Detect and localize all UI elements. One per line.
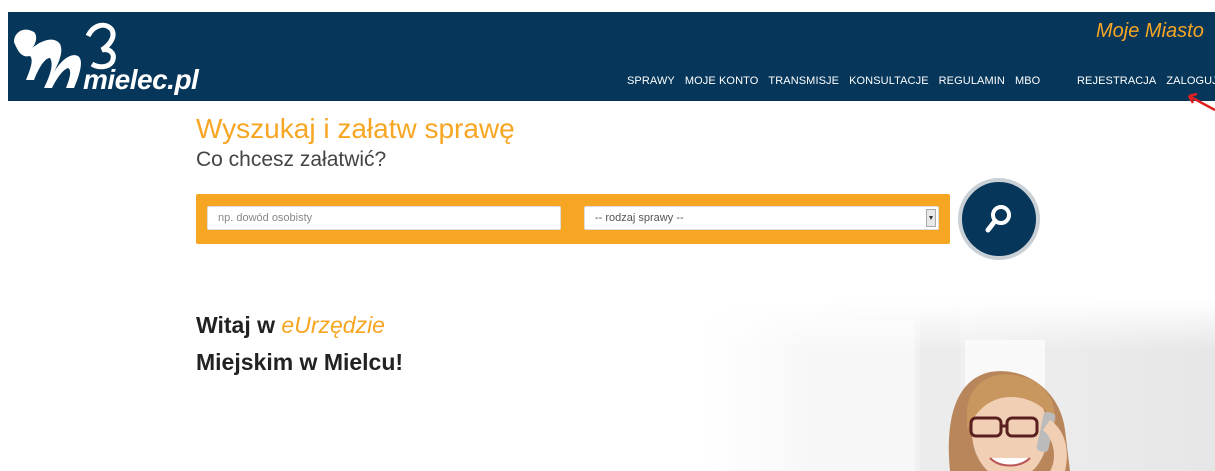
hero-image: [705, 300, 1215, 471]
nav-item-mbo[interactable]: MBO: [1010, 75, 1045, 87]
nav-item-transmisje[interactable]: TRANSMISJE: [763, 75, 844, 87]
search-icon: [985, 205, 1011, 233]
city-title[interactable]: Moje Miasto: [1096, 20, 1204, 43]
nav-item-moje-konto[interactable]: MOJE KONTO: [680, 75, 764, 87]
search-title: Wyszukaj i załatw sprawę: [196, 113, 515, 144]
nav-item-konsultacje[interactable]: KONSULTACJE: [844, 75, 934, 87]
select-arrow-icon[interactable]: [926, 209, 936, 227]
annotation-arrow-icon: [1187, 92, 1215, 112]
welcome-accent: eUrzędzie: [281, 312, 385, 338]
case-type-select[interactable]: -- rodzaj sprawy --: [584, 206, 939, 230]
search-input[interactable]: [207, 206, 561, 230]
nav-item-zaloguj[interactable]: ZALOGUJ: [1161, 75, 1215, 87]
site-header: mielec.pl Moje Miasto SPRAWY MOJE KONTO …: [8, 12, 1215, 101]
search-bar: -- rodzaj sprawy --: [196, 194, 950, 244]
search-subtitle: Co chcesz załatwić?: [196, 148, 387, 171]
search-button[interactable]: [958, 178, 1040, 260]
main-nav: SPRAWY MOJE KONTO TRANSMISJE KONSULTACJE…: [622, 75, 1045, 87]
welcome-subheading: Miejskim w Mielcu!: [196, 349, 404, 375]
case-type-select-value: -- rodzaj sprawy --: [595, 212, 684, 224]
nav-item-rejestracja[interactable]: REJESTRACJA: [1072, 75, 1161, 87]
top-strip: [0, 0, 1215, 12]
welcome-heading: Witaj w eUrzędzie: [196, 312, 385, 339]
account-nav: REJESTRACJA ZALOGUJ: [1072, 75, 1215, 87]
nav-item-sprawy[interactable]: SPRAWY: [622, 75, 680, 87]
logo-text[interactable]: mielec.pl: [83, 64, 199, 96]
nav-item-regulamin[interactable]: REGULAMIN: [934, 75, 1010, 87]
welcome-prefix: Witaj w: [196, 312, 282, 338]
